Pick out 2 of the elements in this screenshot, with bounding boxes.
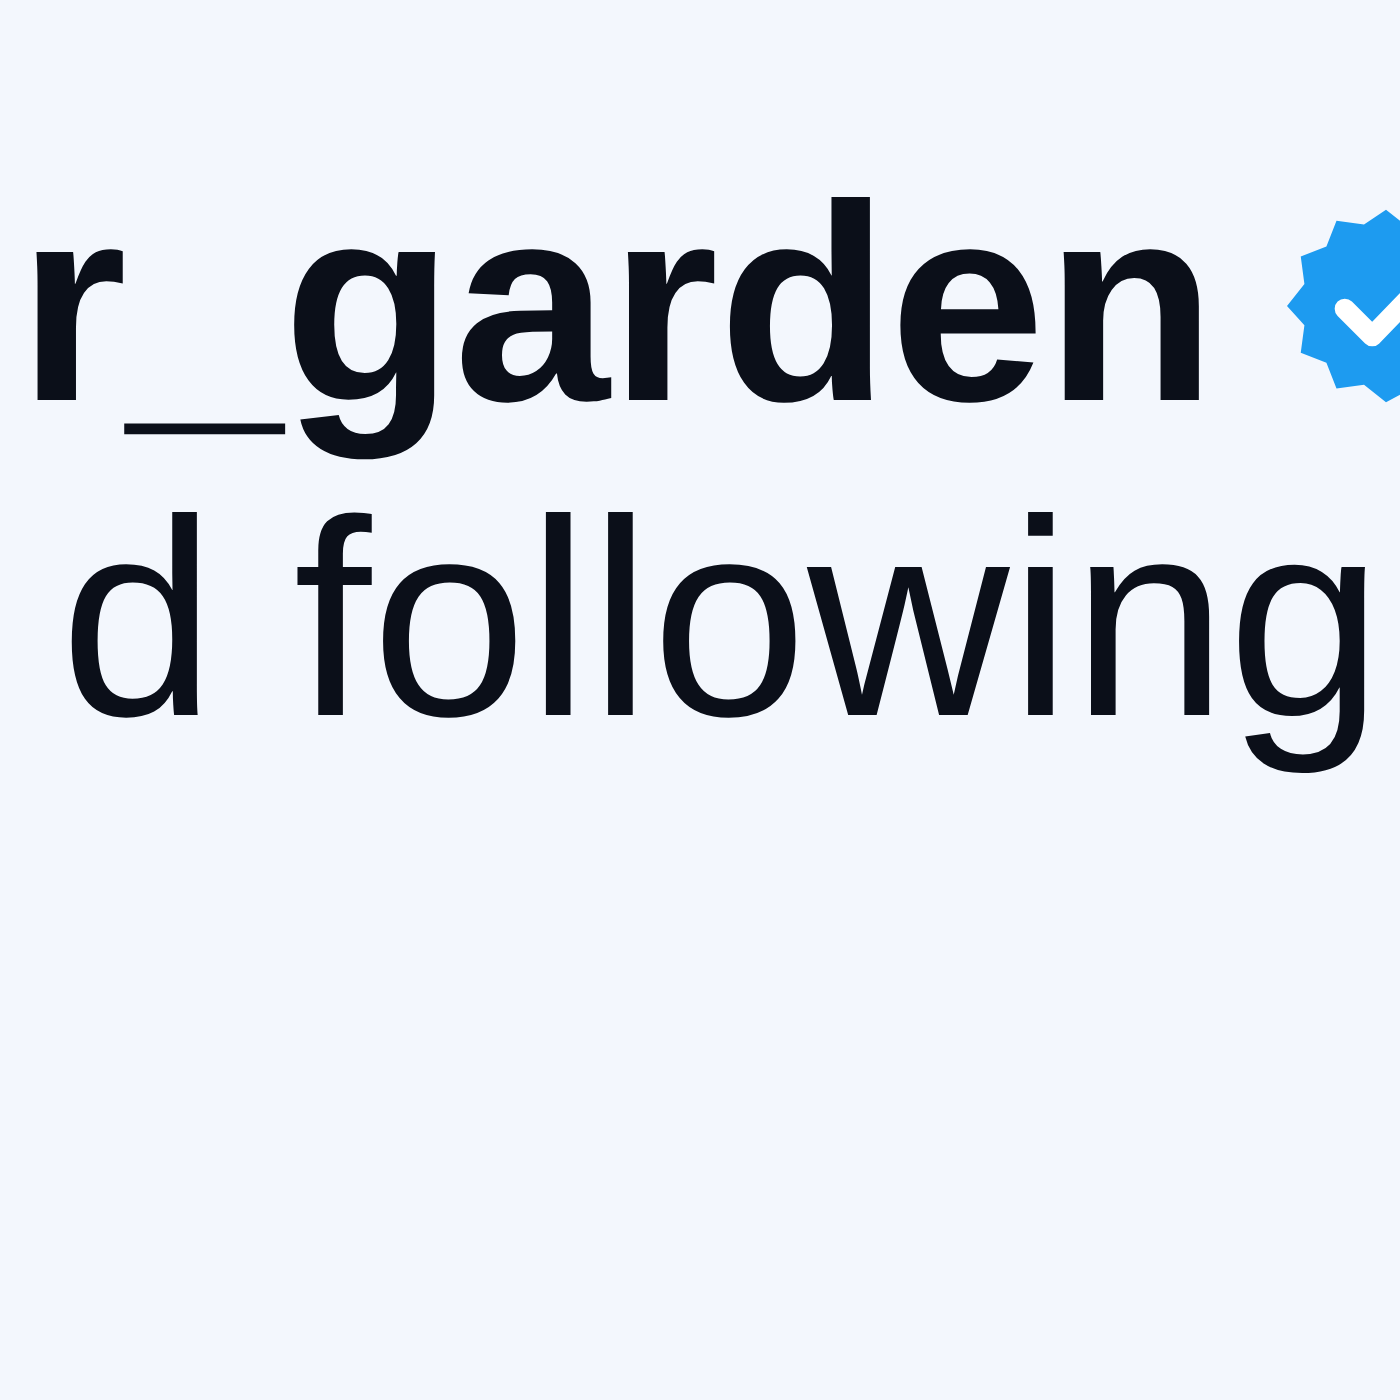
username[interactable]: r_garden [18,146,1217,461]
follow-status: d following [59,461,1385,776]
